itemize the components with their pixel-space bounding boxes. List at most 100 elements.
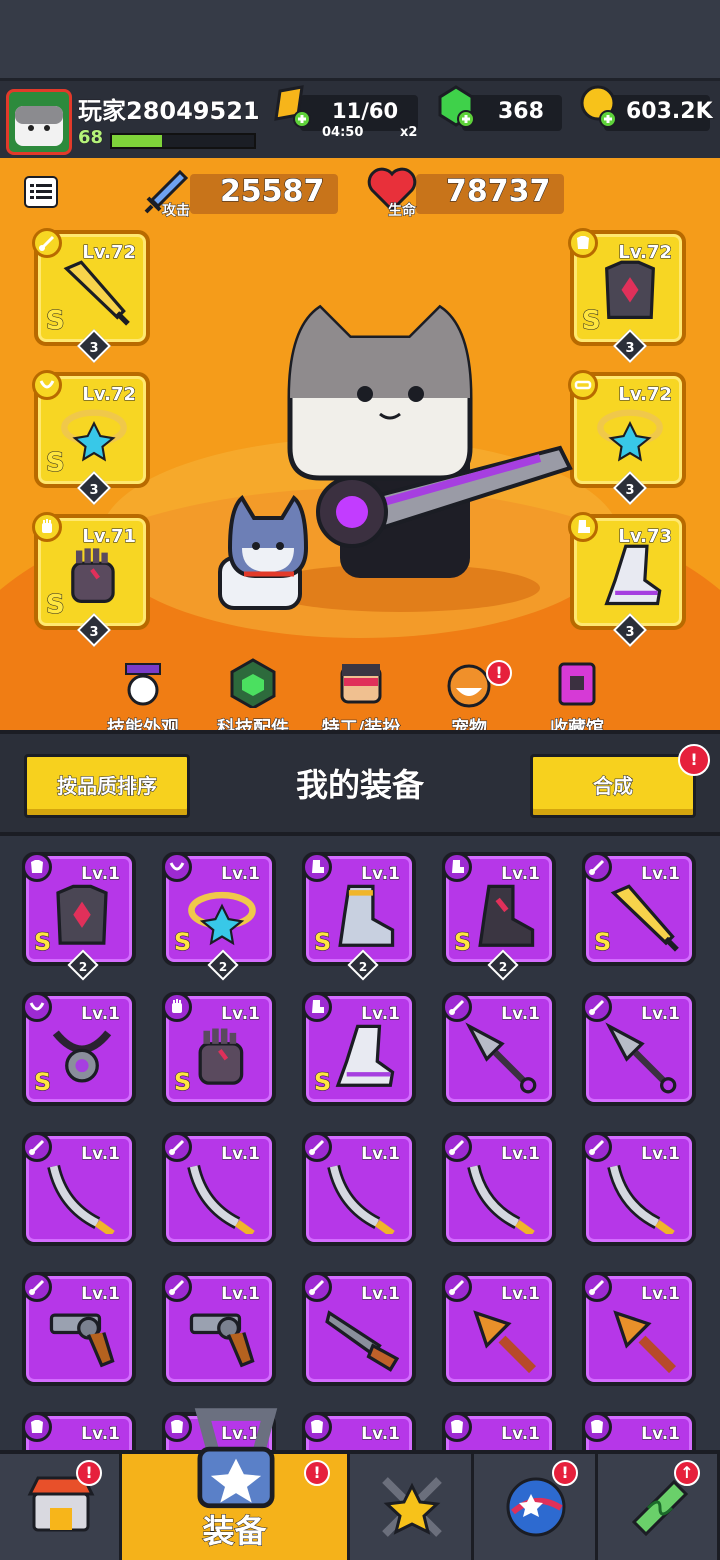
item-level: Lv.1 xyxy=(361,1144,401,1165)
gem-value: 368 xyxy=(498,99,545,125)
slot-stars: 3 xyxy=(89,625,99,640)
amulet-item-icon xyxy=(52,1030,112,1083)
boot-dark-item-icon xyxy=(478,884,535,947)
weapon-type-icon xyxy=(309,1139,325,1155)
inventory-item[interactable]: Lv.1 xyxy=(442,1132,556,1246)
weapon-type-icon xyxy=(589,999,605,1015)
equipped-slot-weapon[interactable]: Lv.72 S 3 xyxy=(32,228,150,363)
collection-hall-button[interactable]: 收藏馆 xyxy=(522,658,632,730)
inventory-item[interactable]: Lv.1 S 2 xyxy=(302,852,416,981)
agent-outfit-label: 特工/装扮 xyxy=(321,718,401,731)
sword-item-icon xyxy=(610,884,679,952)
inventory-item[interactable]: Lv.1 xyxy=(22,1412,136,1450)
inventory-item[interactable]: Lv.1 xyxy=(302,1272,416,1386)
item-level: Lv.1 xyxy=(361,1004,401,1025)
inventory-item[interactable]: Lv.1 S xyxy=(302,992,416,1106)
inventory-item[interactable]: Lv.1 xyxy=(22,1132,136,1246)
item-level: Lv.1 xyxy=(641,1284,681,1305)
list-menu-icon[interactable] xyxy=(24,176,58,208)
item-rank: S xyxy=(173,928,192,957)
kunai-item-icon xyxy=(605,1022,677,1094)
item-type-badge xyxy=(302,1412,332,1442)
revolver-item-icon xyxy=(49,1313,115,1368)
katana-item-icon xyxy=(607,1164,675,1234)
inventory-item[interactable]: Lv.1 S 2 xyxy=(162,852,276,981)
gloves-type-icon xyxy=(172,999,182,1013)
armor-type-icon xyxy=(577,236,589,249)
inventory-item[interactable]: Lv.1 xyxy=(582,992,696,1106)
inventory-item[interactable]: Lv.1 xyxy=(582,1272,696,1386)
inventory-item[interactable]: Lv.1 xyxy=(302,1412,416,1450)
item-rank: S xyxy=(33,928,52,957)
inventory-item[interactable]: Lv.1 S xyxy=(582,852,696,966)
agent-outfit-button[interactable]: 特工/装扮 xyxy=(306,658,416,730)
equipped-slot-belt[interactable]: Lv.72 3 xyxy=(568,370,686,505)
skill-skins-button[interactable]: 技能外观 xyxy=(88,658,198,730)
inventory-item[interactable]: Lv.1 S 2 xyxy=(442,852,556,981)
inventory-item[interactable]: Lv.1 S xyxy=(162,992,276,1106)
player-name: 玩家28049521 xyxy=(78,97,261,126)
gloves-type-badge xyxy=(32,512,62,542)
inventory-item[interactable]: Lv.1 xyxy=(582,1132,696,1246)
collection-hall-icon xyxy=(558,662,596,706)
item-level: Lv.1 xyxy=(641,1144,681,1165)
energy-multiplier: x2 xyxy=(400,125,418,140)
gem-counter[interactable]: 368 xyxy=(462,95,562,131)
boots-type-icon xyxy=(312,1000,324,1013)
inventory-item[interactable]: Lv.1 xyxy=(442,992,556,1106)
item-type-badge xyxy=(582,1272,612,1302)
weapon-type-icon xyxy=(449,1279,465,1295)
item-type-badge xyxy=(162,1272,192,1302)
item-rank: S xyxy=(313,1068,332,1097)
pet-alert-badge: ! xyxy=(486,660,512,686)
status-bar-area xyxy=(0,0,720,78)
boots-type-icon xyxy=(312,860,324,873)
nav-alert-badge: ! xyxy=(76,1460,102,1486)
weapon-item-icon xyxy=(63,260,130,326)
nav-tab-equipment[interactable]: 装备 ! xyxy=(122,1408,350,1560)
player-level: 68 xyxy=(77,127,104,149)
inventory-item[interactable]: Lv.1 S xyxy=(22,992,136,1106)
tech-accessories-button[interactable]: 科技配件 xyxy=(198,658,308,730)
item-rank: S xyxy=(313,928,332,957)
nav-tab-gacha[interactable]: ! xyxy=(474,1454,598,1560)
inventory-item[interactable]: Lv.1 xyxy=(162,1272,276,1386)
player-avatar[interactable] xyxy=(6,89,72,155)
inventory-item[interactable]: Lv.1 xyxy=(582,1412,696,1450)
inventory-item[interactable]: Lv.1 xyxy=(22,1272,136,1386)
weapon-type-icon xyxy=(449,1139,465,1155)
merge-button[interactable]: 合成 xyxy=(530,754,696,818)
item-rank: S xyxy=(453,928,472,957)
equipped-slot-armor[interactable]: Lv.72 S 3 xyxy=(568,228,686,363)
item-type-badge xyxy=(22,1272,52,1302)
top-resource-bar: 玩家28049521 68 11/60 04:50 x2 368 603.2K xyxy=(0,78,720,158)
nav-tab-battle[interactable] xyxy=(350,1454,474,1560)
inventory-item[interactable]: Lv.1 xyxy=(442,1272,556,1386)
gold-coin-icon xyxy=(580,85,617,128)
necklace-type-icon xyxy=(39,380,55,389)
coin-value: 603.2K xyxy=(626,99,714,125)
equipped-slot-necklace[interactable]: Lv.72 S 3 xyxy=(32,370,150,505)
nav-tab-shop[interactable]: ! xyxy=(0,1454,122,1560)
pet-icon xyxy=(447,664,491,708)
inventory-item[interactable]: Lv.1 xyxy=(302,1132,416,1246)
inventory-item[interactable]: Lv.1 S 2 xyxy=(22,852,136,981)
inventory-item[interactable]: Lv.1 xyxy=(162,1132,276,1246)
inventory-item[interactable]: Lv.1 xyxy=(442,1412,556,1450)
equipped-slot-gloves[interactable]: Lv.71 S 3 xyxy=(32,512,150,647)
equipped-slot-boots[interactable]: Lv.73 3 xyxy=(568,512,686,647)
gloves-item-icon xyxy=(71,548,115,603)
merge-alert-badge: ! xyxy=(678,744,710,776)
hp-stat: 78737 xyxy=(416,174,564,214)
item-level: Lv.1 xyxy=(361,1424,401,1445)
katana-item-icon xyxy=(47,1164,115,1234)
item-level: Lv.1 xyxy=(641,1424,681,1445)
item-stars: 2 xyxy=(218,960,228,974)
item-type-badge xyxy=(442,1272,472,1302)
slot-level: Lv.72 xyxy=(82,384,137,406)
nav-tab-evolve[interactable]: ↑ xyxy=(598,1454,720,1560)
coin-counter[interactable]: 603.2K xyxy=(604,95,714,131)
equipment-bag-icon xyxy=(194,1408,278,1509)
item-type-badge xyxy=(442,852,472,882)
slot-stars: 3 xyxy=(625,341,635,356)
